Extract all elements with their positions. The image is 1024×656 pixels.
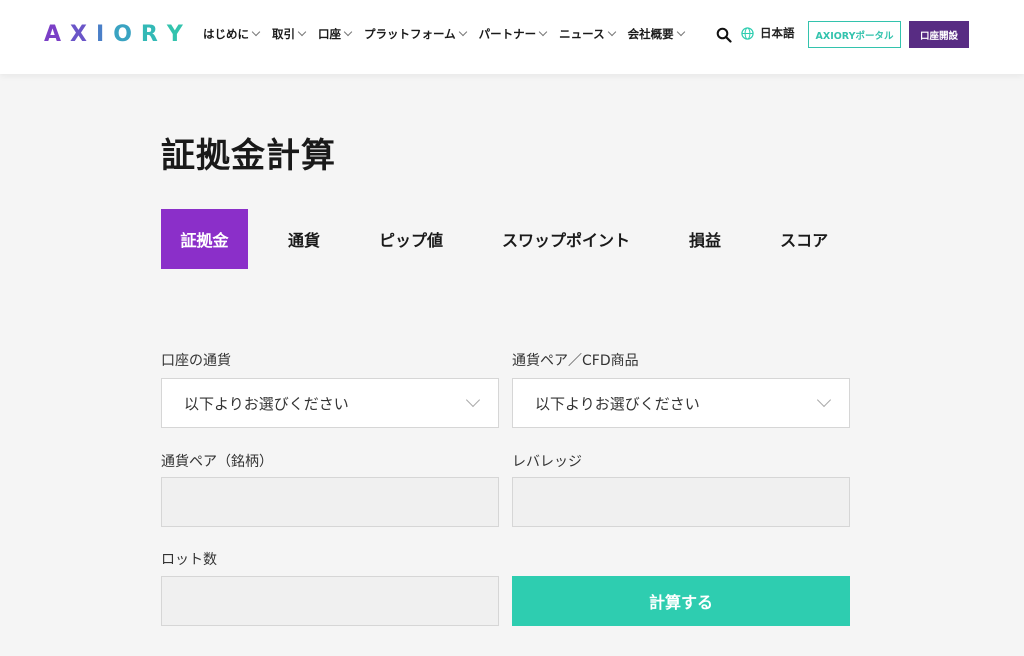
search-icon[interactable] (716, 27, 732, 43)
logo-letter: A (44, 22, 71, 47)
chevron-down-icon (343, 27, 353, 37)
page-title: 証拠金計算 (161, 136, 336, 176)
select-value: 以下よりお選びください (184, 395, 349, 413)
chevron-down-icon (465, 392, 481, 408)
nav-item-platforms[interactable]: プラットフォーム (364, 26, 467, 42)
main-nav: はじめに 取引 口座 プラットフォーム パートナー ニュース 会社概要 (203, 26, 697, 42)
chevron-down-icon (538, 27, 548, 37)
nav-label: はじめに (203, 27, 249, 41)
nav-label: 取引 (272, 27, 295, 41)
nav-item-trading[interactable]: 取引 (272, 26, 307, 42)
chevron-down-icon (458, 27, 467, 37)
nav-label: パートナー (478, 27, 537, 41)
nav-item-news[interactable]: ニュース (559, 26, 616, 42)
account-currency-select[interactable]: 以下よりお選びください (161, 378, 499, 428)
tab-score[interactable]: スコア (780, 209, 828, 269)
chevron-down-icon (676, 27, 685, 37)
pair-label: 通貨ペア／CFD商品 (512, 353, 639, 369)
nav-item-getting-started[interactable]: はじめに (203, 26, 261, 42)
symbol-label: 通貨ペア（銘柄） (161, 454, 273, 470)
symbol-field[interactable] (161, 477, 499, 527)
tab-pip-value[interactable]: ピップ値 (379, 209, 443, 269)
language-selector[interactable]: 日本語 (741, 25, 795, 41)
chevron-down-icon (607, 27, 616, 37)
tab-profit-loss[interactable]: 損益 (689, 209, 721, 269)
logo-letter: Y (166, 22, 192, 47)
leverage-field[interactable] (512, 477, 850, 527)
nav-label: 口座 (318, 27, 341, 41)
tab-currency[interactable]: 通貨 (288, 209, 320, 269)
open-account-button[interactable]: 口座開設 (909, 21, 969, 48)
chevron-down-icon (251, 27, 261, 37)
site-header: AXIORY はじめに 取引 口座 プラットフォーム パートナー ニュース 会社… (0, 0, 1024, 74)
logo-letter: O (113, 22, 141, 47)
nav-label: プラットフォーム (364, 27, 456, 41)
calculator-tabs: 証拠金 通貨 ピップ値 スワップポイント 損益 スコア (161, 209, 828, 269)
lots-label: ロット数 (161, 552, 217, 568)
chevron-down-icon (297, 27, 307, 37)
calculate-button[interactable]: 計算する (512, 576, 850, 626)
account-currency-label: 口座の通貨 (161, 353, 231, 369)
leverage-label: レバレッジ (512, 454, 582, 470)
axiory-logo[interactable]: AXIORY (44, 22, 192, 47)
nav-item-accounts[interactable]: 口座 (318, 26, 353, 42)
logo-letter: I (96, 22, 114, 47)
language-label: 日本語 (760, 26, 795, 40)
nav-label: ニュース (559, 27, 605, 41)
tab-swap-points[interactable]: スワップポイント (502, 209, 630, 269)
portal-button[interactable]: AXIORYポータル (808, 21, 901, 48)
lots-field[interactable] (161, 576, 499, 626)
tab-margin[interactable]: 証拠金 (161, 209, 248, 269)
chevron-down-icon (816, 392, 832, 408)
logo-letter: R (140, 22, 167, 47)
logo-letter: X (70, 22, 96, 47)
nav-label: 会社概要 (627, 27, 674, 41)
pair-select[interactable]: 以下よりお選びください (512, 378, 850, 428)
select-value: 以下よりお選びください (535, 395, 700, 413)
nav-item-partners[interactable]: パートナー (478, 26, 548, 42)
nav-item-company[interactable]: 会社概要 (627, 26, 685, 42)
globe-icon (741, 26, 754, 40)
